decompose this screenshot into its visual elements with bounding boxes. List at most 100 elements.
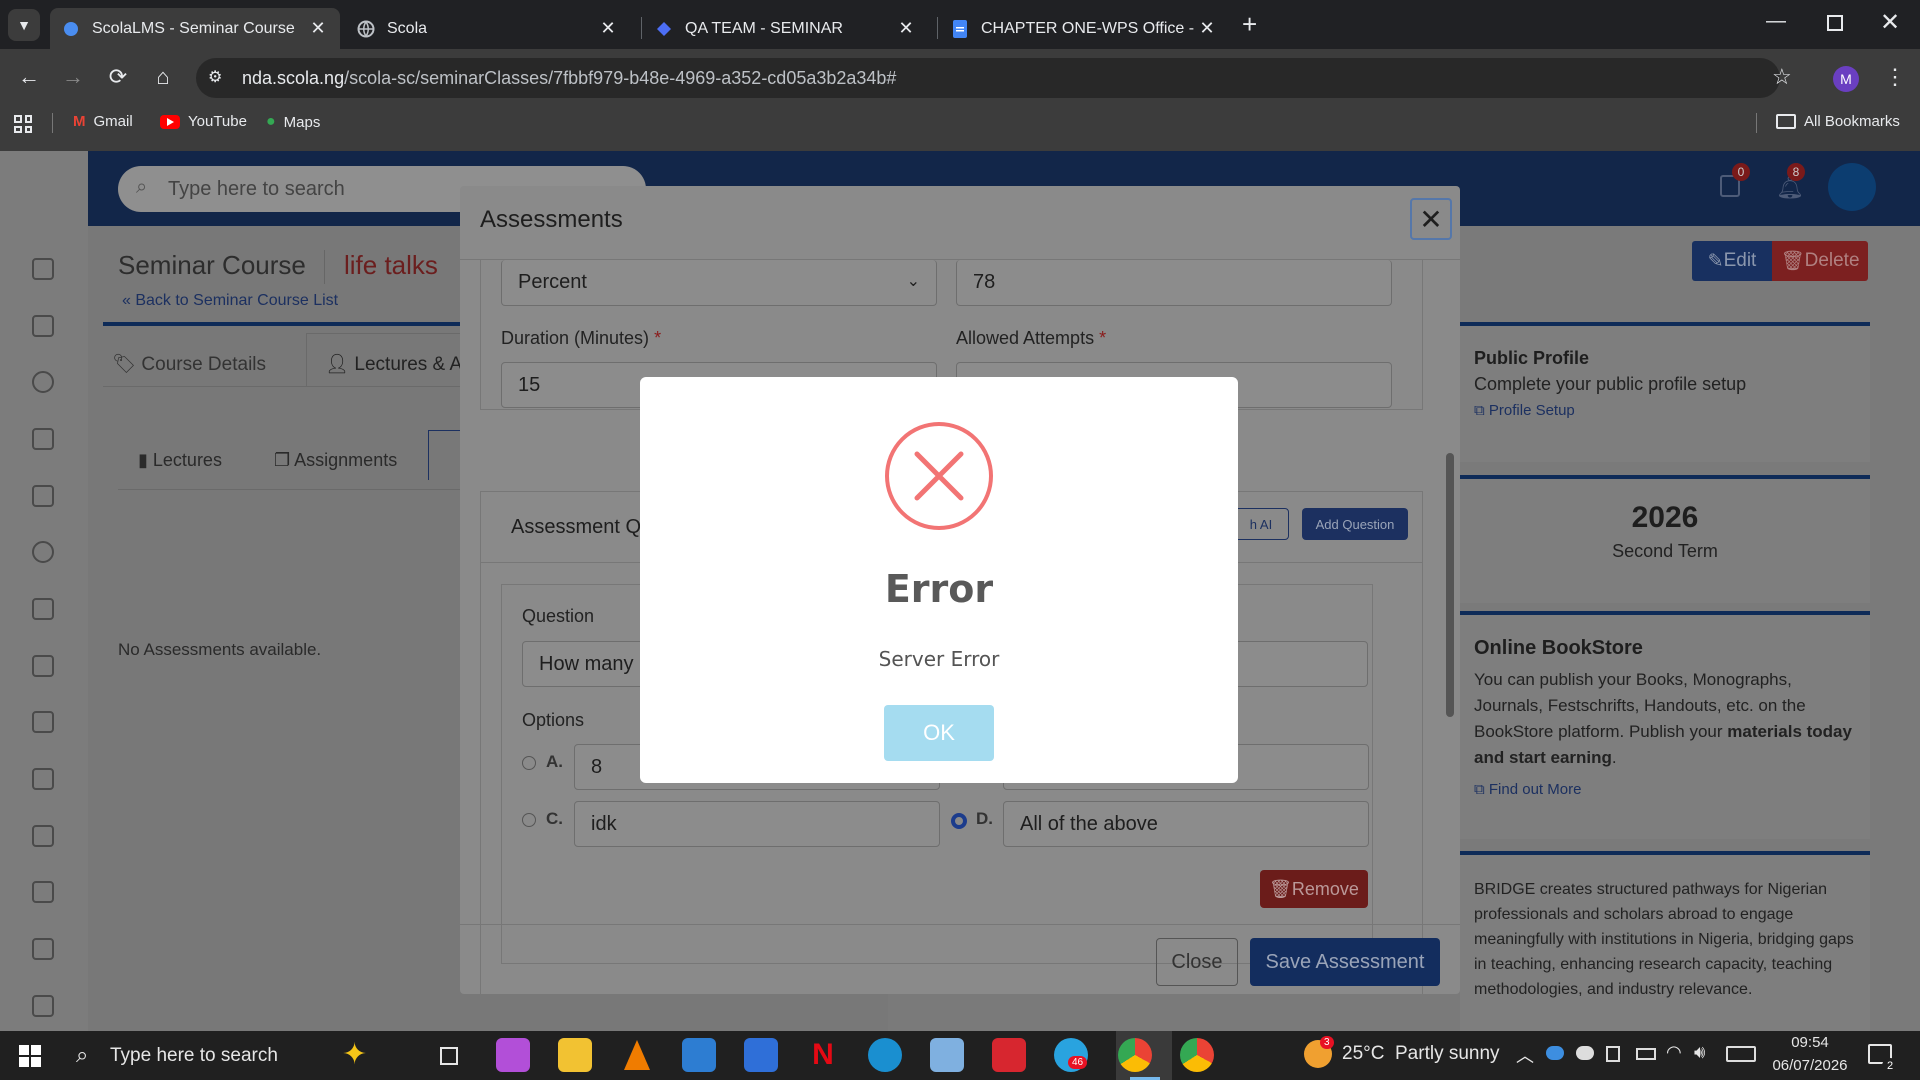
- cloud-icon[interactable]: [1576, 1046, 1594, 1060]
- restore-icon[interactable]: [1827, 15, 1843, 31]
- subtab-lectures[interactable]: ▮ Lectures: [138, 450, 222, 471]
- card-nav-icon[interactable]: [32, 428, 54, 450]
- volume-icon[interactable]: 🔊︎: [1694, 1042, 1705, 1063]
- report-nav-icon[interactable]: [32, 825, 54, 847]
- browser-tab[interactable]: QA TEAM - SEMINAR ✕: [643, 8, 928, 49]
- broadcast-nav-icon[interactable]: [32, 541, 54, 563]
- wifi-icon[interactable]: ◠: [1666, 1042, 1682, 1063]
- battery-icon[interactable]: [1636, 1048, 1656, 1060]
- tab-search-button[interactable]: ▼: [8, 9, 40, 41]
- new-tab-button[interactable]: +: [1242, 10, 1257, 38]
- edit-icon: ✎: [1707, 250, 1724, 272]
- tag-icon: 🏷︎: [112, 354, 142, 375]
- clock-date[interactable]: 06/07/2026: [1762, 1057, 1858, 1074]
- save-assessment-button[interactable]: Save Assessment: [1250, 938, 1440, 986]
- workflow-nav-icon[interactable]: [32, 371, 54, 393]
- option-c-radio[interactable]: [522, 813, 536, 827]
- vlc-icon[interactable]: [620, 1038, 654, 1072]
- profile-avatar[interactable]: M: [1833, 66, 1859, 92]
- address-bar[interactable]: ⚙ nda.scola.ng/scola-sc/seminarClasses/7…: [196, 58, 1792, 98]
- browser-tab[interactable]: ScolaLMS - Seminar Course ✕: [50, 8, 340, 49]
- bookmark-maps[interactable]: ● Maps: [266, 113, 320, 131]
- list-nav-icon[interactable]: [32, 711, 54, 733]
- gmail-icon: M: [73, 113, 86, 130]
- browser-menu-icon[interactable]: ⋮: [1884, 64, 1906, 90]
- modal-close-icon[interactable]: ✕: [1410, 198, 1452, 240]
- onedrive-icon[interactable]: [1546, 1046, 1564, 1060]
- option-d-radio[interactable]: [951, 813, 967, 829]
- close-tab-icon[interactable]: ✕: [896, 18, 916, 39]
- browser-tab[interactable]: CHAPTER ONE-WPS Office - Go ✕: [939, 8, 1229, 49]
- bookstore-card: Online BookStore You can publish your Bo…: [1460, 611, 1870, 839]
- scrollbar-thumb[interactable]: [1446, 453, 1454, 717]
- device-icon[interactable]: [1606, 1046, 1620, 1062]
- remove-question-button[interactable]: 🗑︎ Remove: [1260, 870, 1368, 908]
- tab-course-details[interactable]: 🏷︎ Course Details: [112, 352, 266, 376]
- home-nav-icon[interactable]: [32, 258, 54, 280]
- edit-button[interactable]: ✎ Edit: [1692, 241, 1772, 281]
- user-avatar[interactable]: [1828, 163, 1876, 211]
- keyboard-icon[interactable]: [1726, 1046, 1756, 1062]
- delete-button[interactable]: 🗑︎ Delete: [1772, 241, 1868, 281]
- apps-grid-icon[interactable]: [14, 115, 32, 133]
- windows-start-icon[interactable]: [19, 1045, 41, 1067]
- layers-nav-icon[interactable]: [32, 598, 54, 620]
- close-tab-icon[interactable]: ✕: [1197, 18, 1217, 39]
- taskbar-search-input[interactable]: ⌕ Type here to search ✦: [62, 1031, 432, 1080]
- find-out-more-link[interactable]: ⧉ Find out More: [1474, 781, 1581, 798]
- bookstore-title: Online BookStore: [1474, 637, 1643, 659]
- close-tab-icon[interactable]: ✕: [308, 18, 328, 39]
- minimize-icon[interactable]: —: [1766, 10, 1786, 33]
- ok-button[interactable]: OK: [884, 705, 994, 761]
- certificate-nav-icon[interactable]: [32, 655, 54, 677]
- home-icon[interactable]: ⌂: [148, 64, 178, 90]
- photos-icon[interactable]: [930, 1038, 964, 1072]
- chrome-profile-icon[interactable]: [1180, 1038, 1214, 1072]
- back-icon[interactable]: ←: [14, 64, 44, 90]
- all-bookmarks-button[interactable]: All Bookmarks: [1776, 113, 1900, 130]
- url-text: nda.scola.ng/scola-sc/seminarClasses/7fb…: [242, 68, 897, 88]
- clock-time[interactable]: 09:54: [1770, 1034, 1850, 1051]
- bookmark-youtube[interactable]: YouTube: [160, 113, 247, 130]
- netflix-icon[interactable]: N: [806, 1038, 840, 1072]
- subtab-assignments[interactable]: ❐ Assignments: [274, 450, 397, 471]
- tray-chevron-up-icon[interactable]: ︿: [1516, 1042, 1534, 1068]
- modal-scrollbar[interactable]: [1446, 268, 1456, 908]
- profile-setup-link[interactable]: ⧉ Profile Setup: [1474, 402, 1575, 419]
- wps-icon[interactable]: [992, 1038, 1026, 1072]
- reload-icon[interactable]: ⟳: [103, 64, 133, 90]
- docs-icon: [951, 19, 969, 38]
- chrome-icon[interactable]: [1118, 1038, 1152, 1072]
- file-explorer-icon[interactable]: [558, 1038, 592, 1072]
- bookmark-gmail[interactable]: M Gmail: [73, 113, 133, 130]
- score-value-input[interactable]: 78: [956, 260, 1392, 306]
- book-nav-icon[interactable]: [32, 995, 54, 1017]
- copilot-app-icon[interactable]: [496, 1038, 530, 1072]
- option-a-radio[interactable]: [522, 756, 536, 770]
- schedule-nav-icon[interactable]: [32, 938, 54, 960]
- generate-with-ai-button[interactable]: h AI: [1233, 508, 1289, 540]
- exam-nav-icon[interactable]: [32, 315, 54, 337]
- score-type-select[interactable]: Percent ⌄: [501, 260, 937, 306]
- browser-tab[interactable]: Scola ✕: [345, 8, 630, 49]
- close-tab-icon[interactable]: ✕: [598, 18, 618, 39]
- site-info-icon[interactable]: ⚙: [208, 67, 222, 87]
- calendar-nav-icon[interactable]: [32, 768, 54, 790]
- options-label: Options: [522, 710, 585, 730]
- bookmark-star-icon[interactable]: ☆: [1772, 64, 1792, 90]
- building-nav-icon[interactable]: [32, 485, 54, 507]
- public-profile-card: Public Profile Complete your public prof…: [1460, 322, 1870, 462]
- outlook-icon[interactable]: [744, 1038, 778, 1072]
- option-d-input[interactable]: All of the above: [1003, 801, 1369, 847]
- back-link[interactable]: « Back to Seminar Course List: [122, 292, 338, 310]
- task-view-icon[interactable]: [440, 1047, 458, 1065]
- document-nav-icon[interactable]: [32, 881, 54, 903]
- forward-icon[interactable]: →: [58, 64, 88, 90]
- close-window-icon[interactable]: ✕: [1880, 8, 1900, 37]
- weather-text[interactable]: 25°C Partly sunny: [1342, 1043, 1500, 1065]
- store-icon[interactable]: [682, 1038, 716, 1072]
- close-button[interactable]: Close: [1156, 938, 1238, 986]
- edge-icon[interactable]: [868, 1038, 902, 1072]
- option-c-input[interactable]: idk: [574, 801, 940, 847]
- add-question-button[interactable]: Add Question: [1302, 508, 1408, 540]
